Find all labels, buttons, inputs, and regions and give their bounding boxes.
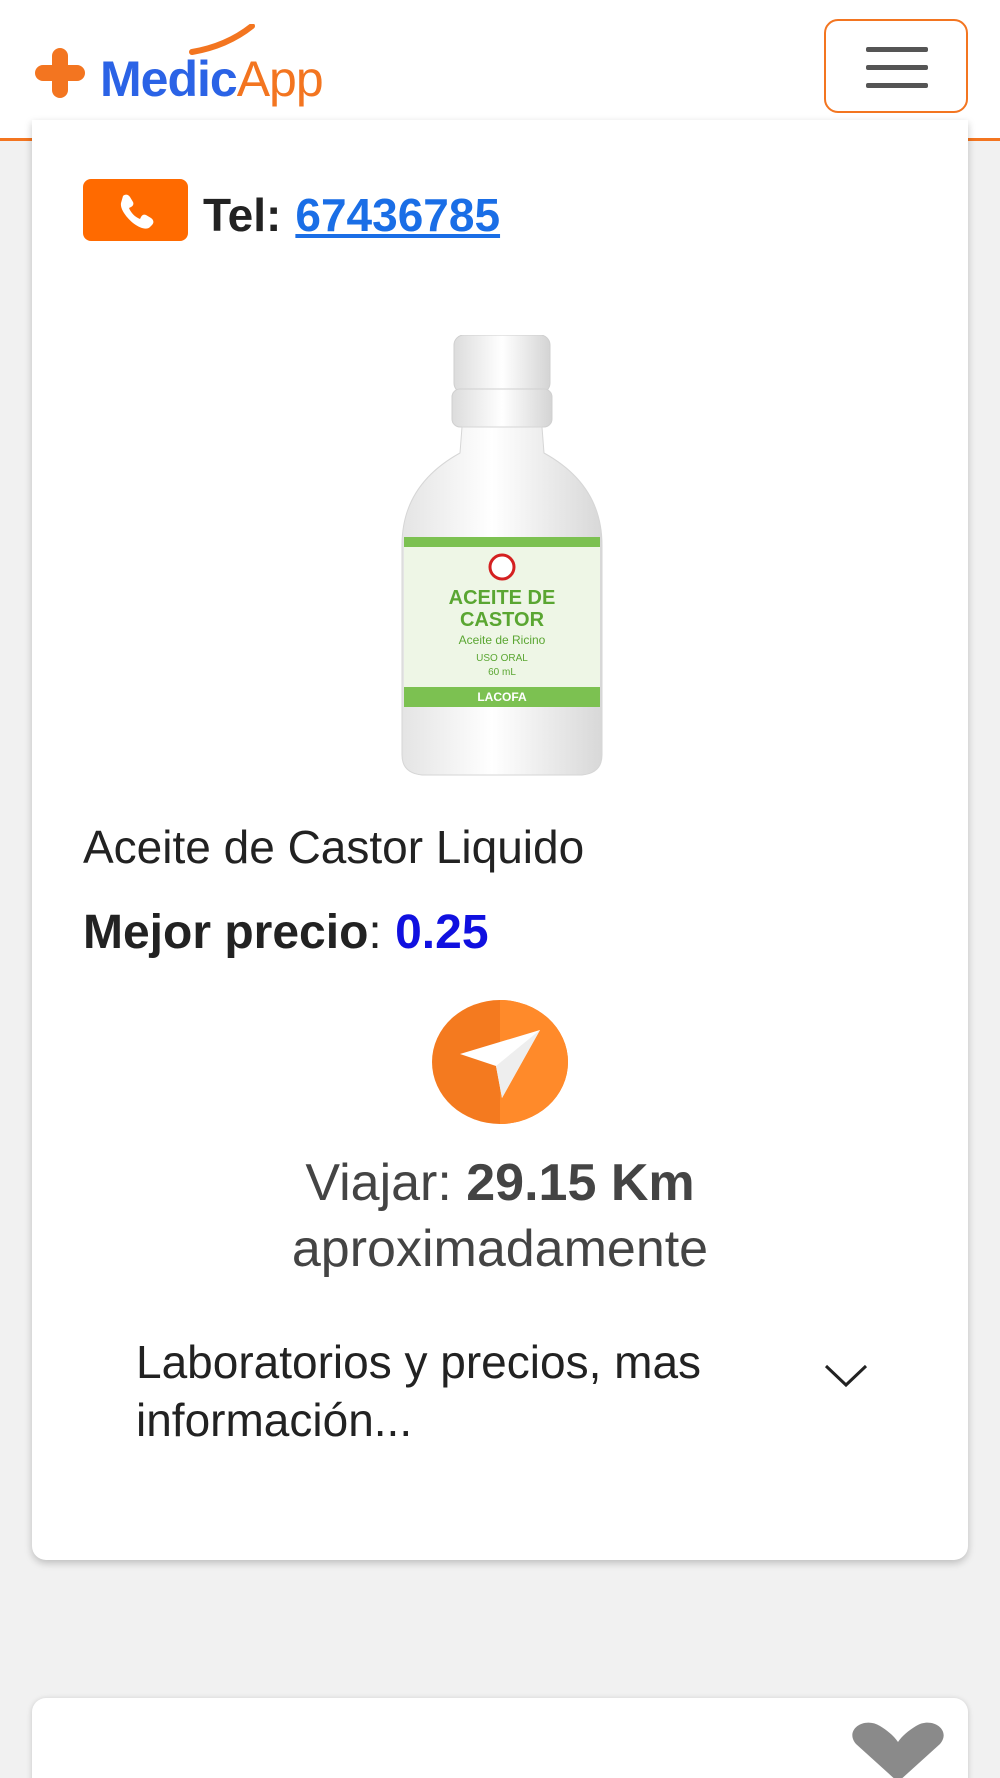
labs-prices-accordion[interactable]: Laboratorios y precios, mas información.… [136,1333,906,1453]
menu-toggle-button[interactable] [824,19,968,113]
product-image: ACEITE DE CASTOR Aceite de Ricino USO OR… [382,334,622,780]
bottle-title-2: CASTOR [459,609,545,631]
price-separator: : [368,906,382,959]
bottle-volume: 60 mL [488,667,516,678]
phone-row: Tel: 67436785 [83,179,500,250]
logo-app-text: App [236,51,324,107]
bottle-use: USO ORAL [476,653,528,664]
product-name: Aceite de Castor Liquido [83,821,585,873]
travel-info: Viajar: 29.15 Km aproximadamente [32,1150,968,1282]
phone-icon[interactable] [83,179,188,241]
bottle-brand: LACOFA [477,690,527,704]
best-price-row: Mejor precio: 0.25 [83,905,489,960]
bottle-subtitle: Aceite de Ricino [458,633,546,647]
heart-icon[interactable] [850,1722,946,1778]
price-value: 0.25 [395,906,489,959]
travel-label: Viajar: [305,1154,452,1212]
price-label: Mejor precio [83,906,369,959]
travel-distance: 29.15 Km [466,1154,695,1212]
accordion-label: Laboratorios y precios, mas información.… [136,1336,702,1446]
hamburger-icon [866,47,928,52]
logo-medic-text: Medic [100,51,238,107]
bottle-title-1: ACEITE DE [448,587,556,609]
navigate-button[interactable] [432,1000,568,1124]
hamburger-icon [866,83,928,88]
product-card: Tel: 67436785 ACEITE DE CASTOR Aceite de… [32,120,968,1560]
phone-label: Tel: [203,189,282,241]
chevron-down-icon [824,1364,868,1388]
logo-text: MedicApp [100,50,324,108]
navigation-arrow-icon [432,1000,568,1124]
product-card-next [32,1698,968,1778]
hamburger-icon [866,65,928,70]
travel-suffix: aproximadamente [291,1220,709,1278]
phone-number-link[interactable]: 67436785 [295,188,500,242]
medicapp-logo[interactable]: MedicApp [32,24,362,114]
